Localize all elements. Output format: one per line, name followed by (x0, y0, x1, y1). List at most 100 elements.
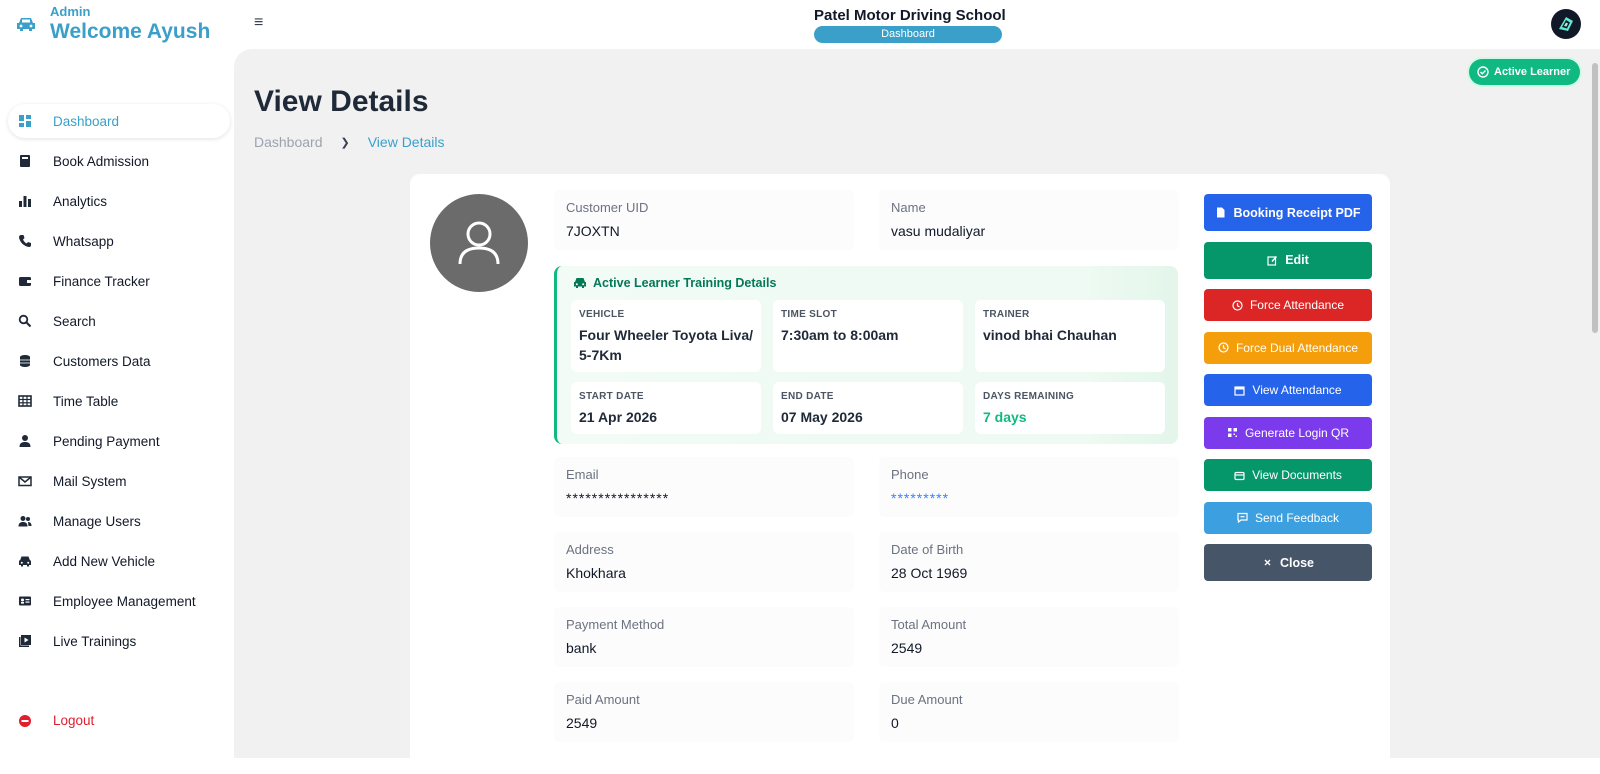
due-amount-value: 0 (891, 715, 899, 731)
main-content: View Details Dashboard ❯ View Details Ac… (234, 49, 1590, 774)
email-value: **************** (566, 490, 670, 506)
menu-toggle-icon[interactable]: ≡ (254, 14, 263, 32)
payment-method-field: Payment Method bank (554, 607, 854, 667)
feedback-icon (1237, 512, 1248, 523)
scrollbar-thumb[interactable] (1592, 63, 1598, 333)
car-icon (574, 278, 586, 288)
logout-icon (19, 714, 31, 727)
page-scrollbar[interactable] (1590, 49, 1600, 758)
person-icon (19, 435, 31, 447)
school-header: Patel Motor Driving School Dashboard (814, 7, 1006, 43)
database-icon (20, 355, 30, 367)
end-date-cell: END DATE 07 May 2026 (773, 382, 963, 434)
address-value: Khokhara (566, 565, 626, 581)
sidebar-item-live-trainings[interactable]: Live Trainings (8, 624, 230, 658)
sidebar: Admin Welcome Ayush Dashboard Book Admis… (0, 0, 234, 758)
payment-method-value: bank (566, 640, 597, 656)
document-icon (1217, 207, 1225, 218)
generate-login-qr-button[interactable]: Generate Login QR (1204, 416, 1372, 449)
cell-label: END DATE (781, 391, 834, 402)
button-label: Generate Login QR (1244, 425, 1350, 440)
id-card-icon (19, 596, 31, 606)
sidebar-item-label: Employee Management (53, 593, 196, 609)
sidebar-item-book-admission[interactable]: Book Admission (8, 144, 230, 178)
cell-label: TRAINER (983, 309, 1030, 320)
calendar-icon (1234, 385, 1246, 396)
breadcrumb-dashboard[interactable]: Dashboard (254, 134, 323, 150)
customer-uid-field: Customer UID 7JOXTN (554, 190, 854, 250)
button-label: Force Dual Attendance (1235, 340, 1359, 355)
sidebar-item-customers-data[interactable]: Customers Data (8, 344, 230, 378)
button-label: View Attendance (1252, 383, 1342, 397)
field-label: Date of Birth (891, 542, 964, 557)
sidebar-item-employee-management[interactable]: Employee Management (8, 584, 230, 618)
folder-icon (1234, 471, 1245, 480)
close-icon (1264, 559, 1271, 566)
send-feedback-button[interactable]: Send Feedback (1204, 501, 1372, 534)
sidebar-item-label: Pending Payment (53, 433, 160, 449)
sidebar-item-mail-system[interactable]: Mail System (8, 464, 230, 498)
logo-icon (1559, 17, 1573, 31)
cell-label: DAYS REMAINING (983, 391, 1075, 402)
cell-label: TIME SLOT (781, 309, 838, 320)
dob-value: 28 Oct 1969 (891, 565, 968, 581)
vehicle-value: Four Wheeler Toyota Liva/ 5-7Km (579, 327, 753, 363)
sidebar-item-search[interactable]: Search (8, 304, 230, 338)
address-field: Address Khokhara (554, 532, 854, 592)
section-pill: Dashboard (814, 26, 1002, 43)
force-attendance-button[interactable]: Force Attendance (1204, 289, 1372, 321)
close-button[interactable]: Close (1204, 544, 1372, 581)
logout-button[interactable]: Logout (18, 713, 94, 728)
sidebar-item-label: Time Table (53, 393, 119, 409)
phone-value[interactable]: ********* (891, 490, 1167, 506)
paid-amount-field: Paid Amount 2549 (554, 682, 854, 742)
sidebar-item-time-table[interactable]: Time Table (8, 384, 230, 418)
sidebar-item-add-new-vehicle[interactable]: Add New Vehicle (8, 544, 230, 578)
name-field: Name vasu mudaliyar (879, 190, 1179, 250)
field-label: Address (566, 542, 614, 557)
video-library-icon (19, 635, 31, 647)
phone-field: Phone ********* (879, 457, 1179, 517)
start-date-cell: START DATE 21 Apr 2026 (571, 382, 761, 434)
sidebar-item-analytics[interactable]: Analytics (8, 184, 230, 218)
sidebar-item-label: Search (53, 313, 96, 329)
view-documents-button[interactable]: View Documents (1204, 459, 1372, 491)
days-remaining-cell: DAYS REMAINING 7 days (975, 382, 1165, 434)
button-label: Edit (1285, 253, 1309, 267)
sidebar-item-dashboard[interactable]: Dashboard (8, 104, 230, 138)
field-label: Name (891, 200, 926, 215)
cell-label: VEHICLE (579, 309, 625, 320)
status-badge: Active Learner (1469, 59, 1581, 85)
sidebar-item-label: Manage Users (53, 513, 141, 529)
email-field: Email **************** (554, 457, 854, 517)
sidebar-item-manage-users[interactable]: Manage Users (8, 504, 230, 538)
sidebar-item-label: Live Trainings (53, 633, 137, 649)
check-circle-icon (1477, 66, 1489, 78)
sidebar-item-label: Analytics (53, 193, 108, 209)
cell-label: START DATE (579, 391, 644, 402)
booking-receipt-button[interactable]: Booking Receipt PDF (1204, 194, 1372, 231)
edit-button[interactable]: Edit (1204, 241, 1372, 279)
total-amount-value: 2549 (891, 640, 923, 656)
dob-field: Date of Birth 28 Oct 1969 (879, 532, 1179, 592)
avatar (430, 194, 528, 292)
sidebar-item-label: Finance Tracker (53, 273, 150, 289)
sidebar-item-finance-tracker[interactable]: Finance Tracker (8, 264, 230, 298)
start-date-value: 21 Apr 2026 (579, 409, 658, 425)
sidebar-item-whatsapp[interactable]: Whatsapp (8, 224, 230, 258)
training-heading-text: Active Learner Training Details (593, 276, 777, 290)
dashboard-icon (19, 115, 31, 127)
force-dual-attendance-button[interactable]: Force Dual Attendance (1204, 331, 1372, 364)
view-attendance-button[interactable]: View Attendance (1204, 374, 1372, 406)
button-label: Booking Receipt PDF (1233, 205, 1361, 220)
app-logo[interactable] (1551, 9, 1581, 39)
field-label: Email (566, 467, 599, 482)
role-label: Admin (50, 4, 91, 19)
customer-name: vasu mudaliyar (891, 223, 986, 239)
details-card: Customer UID 7JOXTN Name vasu mudaliyar … (410, 174, 1390, 774)
sidebar-item-pending-payment[interactable]: Pending Payment (8, 424, 230, 458)
breadcrumb: Dashboard ❯ View Details (254, 134, 445, 150)
button-label: Close (1279, 555, 1315, 570)
sidebar-item-label: Dashboard (53, 113, 120, 129)
end-date-value: 07 May 2026 (781, 409, 863, 425)
